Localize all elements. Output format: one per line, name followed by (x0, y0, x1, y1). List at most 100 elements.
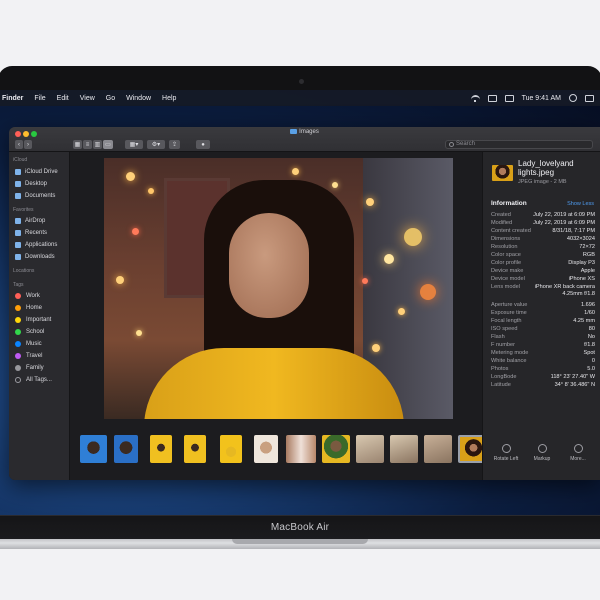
column-view-button[interactable]: ▥ (93, 140, 102, 149)
airdrop-icon (15, 217, 21, 224)
info-row: Metering mode Spot (491, 350, 595, 356)
back-button[interactable]: ‹ (15, 140, 23, 149)
file-thumbnail (492, 165, 513, 181)
window-title: Images (299, 129, 319, 136)
sidebar-item-desktop[interactable]: Desktop (15, 179, 47, 188)
menu-clock[interactable]: Tue 9:41 AM (522, 95, 561, 102)
search-input[interactable]: Search (456, 141, 475, 147)
desktop-screen: Finder File Edit View Go Window Help Tue… (0, 90, 600, 515)
menu-go[interactable]: Go (106, 95, 115, 102)
markup-icon (537, 444, 547, 453)
tag-dot-icon (15, 304, 21, 311)
thumbnail-item[interactable] (114, 435, 138, 463)
subject-shirt-shape (144, 348, 404, 419)
info-row: Content created 8/31/18, 7:17 PM (491, 228, 595, 234)
action-gear-button[interactable]: ⚙▾ (147, 140, 165, 149)
sidebar-item-documents[interactable]: Documents (15, 191, 55, 200)
info-row: Created July 22, 2019 at 6:09 PM (491, 212, 595, 218)
macbook-device: Finder File Edit View Go Window Help Tue… (0, 0, 600, 600)
info-row: Modified July 22, 2019 at 6:09 PM (491, 220, 595, 226)
thumbnail-item[interactable] (220, 435, 242, 463)
sidebar-header-tags: Tags (13, 282, 24, 288)
tag-dot-icon (15, 364, 21, 371)
menu-view[interactable]: View (80, 95, 95, 102)
tag-dot-icon (15, 340, 21, 347)
tag-dot-icon (15, 352, 21, 359)
sidebar-tag-all[interactable]: All Tags... (15, 375, 52, 384)
menu-file[interactable]: File (34, 95, 45, 102)
sidebar-tag-travel[interactable]: Travel (15, 351, 42, 360)
info-row: Focal length 4.25 mm (491, 318, 595, 324)
group-button[interactable]: ▦▾ (125, 140, 143, 149)
thumbnail-item[interactable] (322, 435, 350, 463)
tag-dot-icon (15, 376, 21, 383)
window-toolbar: Images ‹ › ▦ ≡ ▥ ▭ ▦▾ ⚙▾ ⇪ ● Search (9, 127, 600, 152)
applications-icon (15, 241, 21, 248)
download-icon (15, 253, 21, 260)
wifi-icon[interactable] (470, 94, 480, 102)
more-button[interactable]: More... (561, 444, 595, 462)
sidebar-item-icloud-drive[interactable]: iCloud Drive (15, 167, 58, 176)
menu-edit[interactable]: Edit (57, 95, 69, 102)
thumbnail-item[interactable] (424, 435, 452, 463)
info-row: Photos 5.0 (491, 366, 595, 372)
device-label: MacBook Air (270, 522, 330, 533)
sidebar-header-locations: Locations (13, 268, 35, 274)
sidebar-tag-home[interactable]: Home (15, 303, 42, 312)
sidebar-item-downloads[interactable]: Downloads (15, 252, 55, 261)
file-kind-size: JPEG image - 2 MB (518, 179, 567, 185)
show-less-link[interactable]: Show Less (567, 201, 594, 207)
finder-sidebar: iCloud iCloud Drive Desktop Documents Fa… (9, 152, 70, 480)
markup-button[interactable]: Markup (525, 444, 559, 462)
info-row: Device make Apple (491, 268, 595, 274)
sidebar-tag-work[interactable]: Work (15, 291, 40, 300)
gallery-preview-image[interactable] (104, 158, 453, 419)
tag-dot-icon (15, 316, 21, 323)
info-row: LongBode 118° 23' 27.40" W (491, 374, 595, 380)
gallery-view-button[interactable]: ▭ (103, 140, 113, 149)
desktop-icon (15, 180, 21, 187)
thumbnail-item[interactable] (286, 435, 316, 463)
search-field[interactable]: Search (445, 140, 593, 149)
sidebar-item-airdrop[interactable]: AirDrop (15, 216, 45, 225)
thumbnail-item[interactable] (150, 435, 172, 463)
thumbnail-item[interactable] (184, 435, 206, 463)
more-icon (573, 444, 583, 453)
thumbnail-item[interactable] (390, 435, 418, 463)
tag-button[interactable]: ● (196, 140, 210, 149)
sidebar-header-favorites: Favorites (13, 207, 34, 213)
sidebar-item-recents[interactable]: Recents (15, 228, 47, 237)
info-row: Flash No (491, 334, 595, 340)
rotate-left-button[interactable]: Rotate Left (489, 444, 523, 462)
icon-view-button[interactable]: ▦ (73, 140, 82, 149)
sidebar-tag-music[interactable]: Music (15, 339, 42, 348)
thumbnail-item[interactable] (80, 435, 107, 463)
share-button[interactable]: ⇪ (169, 140, 180, 149)
info-row: F number f/1.8 (491, 342, 595, 348)
battery-icon[interactable] (504, 94, 514, 102)
search-spotlight-icon[interactable] (569, 94, 577, 102)
list-view-button[interactable]: ≡ (83, 140, 92, 149)
control-center-icon[interactable] (585, 94, 594, 102)
thumbnail-item[interactable] (356, 435, 384, 463)
info-row: Dimensions 4032×3024 (491, 236, 595, 242)
rotate-left-icon (501, 444, 511, 453)
menu-window[interactable]: Window (126, 95, 151, 102)
sidebar-item-applications[interactable]: Applications (15, 240, 57, 249)
airplay-icon[interactable] (487, 94, 497, 102)
info-row: Latitude 34° 8' 36.486" N (491, 382, 595, 388)
sidebar-tag-family[interactable]: Family (15, 363, 44, 372)
search-icon (449, 142, 454, 147)
thumbnail-item[interactable] (254, 435, 278, 463)
quick-actions: Rotate Left Markup More... (483, 444, 600, 474)
menu-help[interactable]: Help (162, 95, 176, 102)
sidebar-tag-school[interactable]: School (15, 327, 44, 336)
info-row: Color space RGB (491, 252, 595, 258)
forward-button[interactable]: › (24, 140, 32, 149)
menu-app-finder[interactable]: Finder (2, 95, 23, 102)
sidebar-tag-important[interactable]: Important (15, 315, 51, 324)
document-icon (15, 192, 21, 199)
clock-icon (15, 229, 21, 236)
camera-dot (299, 79, 304, 84)
tag-dot-icon (15, 328, 21, 335)
